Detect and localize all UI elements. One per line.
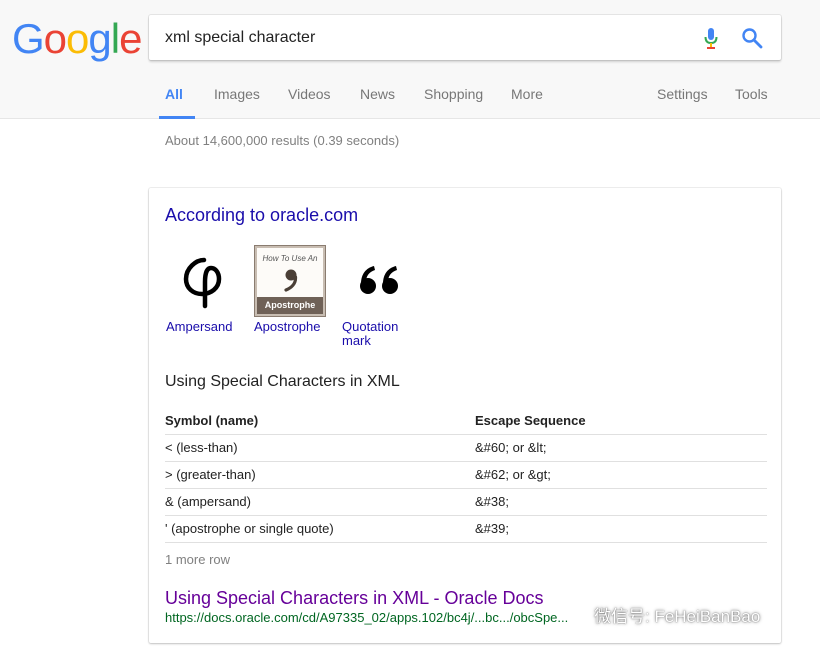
logo-letter: G — [12, 15, 45, 62]
snippet-subtitle: Using Special Characters in XML — [165, 373, 400, 390]
table-row: > (greater-than) &#62; or &gt; — [165, 461, 767, 489]
thumb-label-line: mark — [342, 333, 371, 348]
search-icon[interactable] — [741, 27, 763, 49]
tab-more[interactable]: More — [511, 86, 543, 119]
tab-news[interactable]: News — [360, 86, 395, 119]
wechat-watermark: 微信号: FeHeiBanBao — [560, 602, 760, 627]
table-row: ' (apostrophe or single quote) &#39; — [165, 515, 767, 543]
apostrophe-icon — [284, 269, 298, 292]
microphone-icon[interactable] — [703, 27, 719, 51]
table-row: < (less-than) &#60; or &lt; — [165, 434, 767, 462]
table-cell: &#62; or &gt; — [475, 461, 767, 489]
logo-letter: g — [88, 15, 111, 62]
ampersand-glyph-icon[interactable] — [166, 246, 238, 318]
table-row: & (ampersand) &#38; — [165, 488, 767, 516]
search-input[interactable] — [165, 15, 685, 60]
thumb-label-apostrophe[interactable]: Apostrophe — [254, 320, 321, 334]
table-cell: & (ampersand) — [165, 488, 475, 516]
thumb-caption-bottom: Apostrophe — [257, 297, 323, 314]
tab-tools[interactable]: Tools — [735, 86, 768, 119]
thumb-label-ampersand[interactable]: Ampersand — [166, 320, 232, 334]
logo-letter: e — [119, 15, 142, 62]
table-cell: < (less-than) — [165, 434, 475, 462]
result-url: https://docs.oracle.com/cd/A97335_02/app… — [165, 610, 569, 625]
logo-letter: o — [43, 15, 67, 62]
tab-settings[interactable]: Settings — [657, 86, 708, 119]
featured-snippet-card: According to oracle.com Ampersand How To… — [149, 188, 781, 643]
logo-letter: l — [110, 15, 120, 62]
header: Google All Images Videos News Shopping M… — [0, 0, 820, 119]
apostrophe-thumb-frame: How To Use An Apostrophe — [257, 248, 323, 314]
table-cell: > (greater-than) — [165, 461, 475, 489]
watermark-text: 微信号: FeHeiBanBao — [594, 607, 761, 626]
apostrophe-thumbnail[interactable]: How To Use An Apostrophe — [254, 245, 326, 317]
thumb-label-line: Quotation — [342, 319, 399, 334]
google-logo[interactable]: Google — [12, 15, 142, 62]
more-row-link[interactable]: 1 more row — [165, 552, 230, 567]
result-title-link[interactable]: Using Special Characters in XML - Oracle… — [165, 588, 543, 609]
tab-videos[interactable]: Videos — [288, 86, 331, 119]
search-box — [149, 15, 781, 60]
tab-all[interactable]: All — [159, 86, 195, 119]
result-stats: About 14,600,000 results (0.39 seconds) — [165, 133, 400, 148]
thumb-label-quotation[interactable]: Quotation mark — [342, 320, 398, 348]
tab-images[interactable]: Images — [214, 86, 260, 119]
quotation-mark-icon[interactable] — [342, 246, 414, 318]
table-cell: &#60; or &lt; — [475, 434, 767, 462]
tab-shopping[interactable]: Shopping — [424, 86, 483, 119]
table-header-row: Symbol (name) Escape Sequence — [165, 408, 767, 435]
logo-letter: o — [66, 15, 89, 62]
thumb-caption-top: How To Use An — [262, 254, 318, 263]
table-cell: &#39; — [475, 515, 767, 543]
escape-table: Symbol (name) Escape Sequence < (less-th… — [165, 408, 767, 543]
table-header-cell: Escape Sequence — [475, 408, 767, 435]
table-cell: &#38; — [475, 488, 767, 516]
wechat-icon — [561, 605, 589, 625]
snippet-source-link[interactable]: According to oracle.com — [165, 205, 358, 226]
table-header-cell: Symbol (name) — [165, 408, 475, 435]
table-cell: ' (apostrophe or single quote) — [165, 515, 475, 543]
